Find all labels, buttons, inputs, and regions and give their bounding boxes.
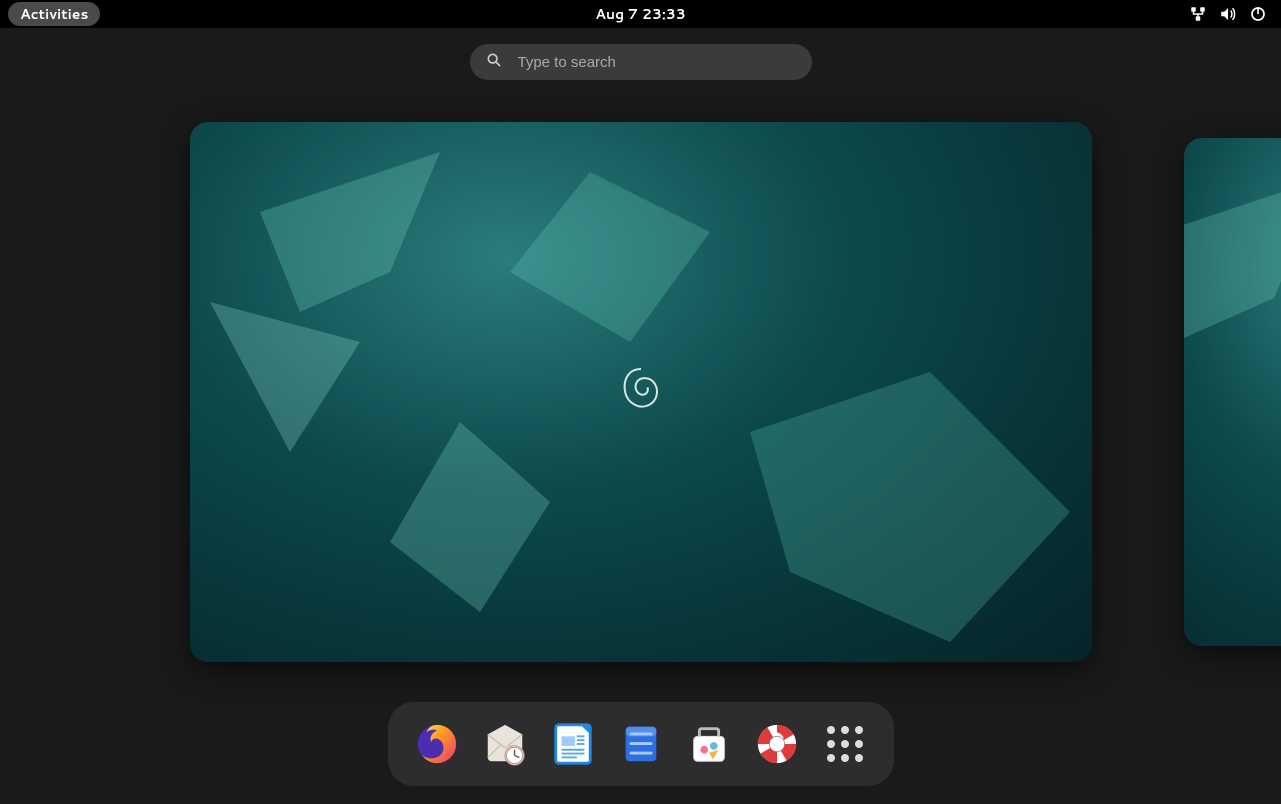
app-firefox[interactable] <box>414 721 460 767</box>
workspace-2[interactable] <box>1184 138 1281 646</box>
app-libreoffice-writer[interactable] <box>550 721 596 767</box>
show-applications-button[interactable] <box>822 721 868 767</box>
search-icon <box>486 51 502 74</box>
network-icon[interactable] <box>1189 5 1207 23</box>
power-icon[interactable] <box>1249 5 1267 23</box>
status-area[interactable] <box>1189 5 1273 23</box>
wallpaper-shard <box>1184 178 1281 378</box>
app-software[interactable] <box>686 721 732 767</box>
search-bar[interactable] <box>470 44 812 80</box>
activities-button[interactable]: Activities <box>8 2 100 26</box>
top-bar: Activities Aug 7 23:33 <box>0 0 1281 28</box>
wallpaper-shard <box>210 302 390 462</box>
workspace-1[interactable] <box>190 122 1092 662</box>
debian-logo-icon <box>621 365 661 419</box>
wallpaper-shard <box>510 172 730 352</box>
app-files[interactable] <box>618 721 664 767</box>
volume-icon[interactable] <box>1219 5 1237 23</box>
app-grid-icon <box>827 726 863 762</box>
wallpaper-shard <box>750 372 1070 652</box>
clock[interactable]: Aug 7 23:33 <box>595 4 686 24</box>
dash <box>388 702 894 786</box>
search-input[interactable] <box>516 53 796 72</box>
app-evolution[interactable] <box>482 721 528 767</box>
wallpaper-shard <box>390 422 590 622</box>
app-help[interactable] <box>754 721 800 767</box>
